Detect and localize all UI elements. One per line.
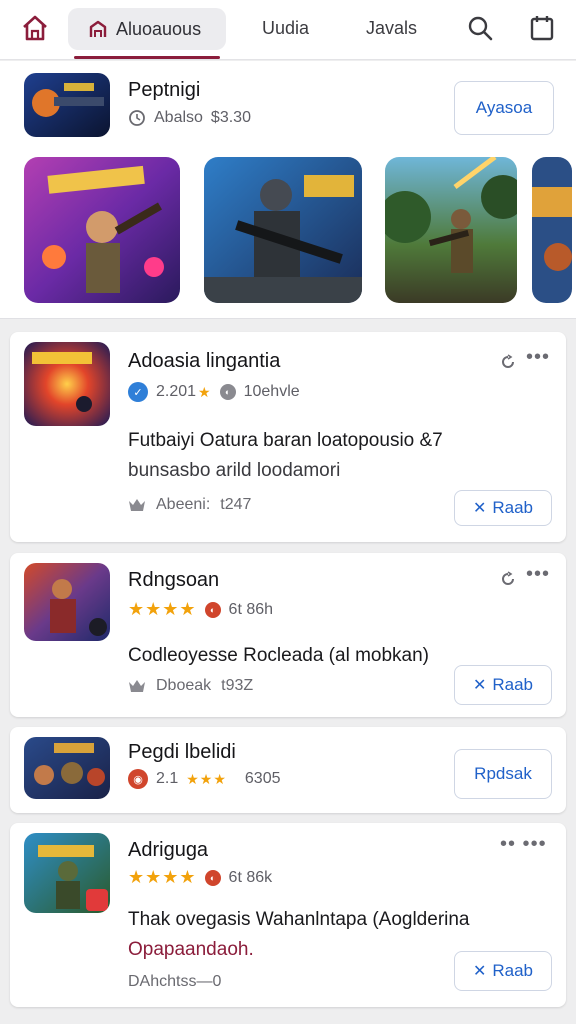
download-badge-icon: ◉ (128, 769, 148, 789)
rating-value: 2.201 (156, 383, 197, 400)
get-button-label: Raab (492, 498, 534, 517)
crown-icon (129, 680, 145, 692)
featured-app-title[interactable]: Peptnigi (128, 79, 200, 102)
pin-icon: ✕ (472, 500, 487, 517)
get-button-label: Raab (492, 675, 534, 694)
crown-icon (129, 499, 145, 511)
app-title[interactable]: Adriguga (128, 839, 208, 862)
screenshot-1[interactable] (24, 157, 180, 303)
installs-count: 6t 86k (228, 868, 273, 886)
screenshot-2[interactable] (204, 157, 362, 303)
featured-action-button[interactable]: Ayasoa (454, 81, 554, 135)
app-title[interactable]: Adoasia lingantia (128, 350, 280, 373)
app-icon[interactable] (24, 737, 110, 799)
top-navigation-bar: Aluoauous Uudia Javals (0, 0, 576, 60)
more-options-icon[interactable]: ••• (526, 346, 550, 369)
featured-app-meta-label: Abalso (154, 109, 203, 126)
rating-stars: ★★★★ (128, 599, 197, 619)
app-icon[interactable] (24, 833, 110, 913)
tab-aluoauous[interactable]: Aluoauous (68, 8, 226, 50)
meta-value: t93Z (221, 677, 254, 694)
screenshot-3[interactable] (385, 157, 517, 303)
verified-icon: ✓ (128, 382, 148, 402)
get-button[interactable]: ✕ Raab (454, 951, 552, 991)
featured-app-meta: Abalso $3.30 (128, 109, 251, 127)
app-card-2[interactable]: Rdngsoan ••• ★★★★ ◐ 6t 86h Codleoyesse R… (10, 553, 566, 717)
app-footer-meta: DAhchtss—0 (128, 973, 222, 990)
meta-value: t247 (220, 496, 252, 513)
refresh-icon[interactable] (500, 354, 516, 370)
refresh-icon[interactable] (500, 571, 516, 587)
app-card-3[interactable]: Pegdi lbelidi ◉ 2.1 ★★★ 6305 Rpdsak (10, 727, 566, 813)
installs-count: 6305 (244, 770, 281, 787)
pin-icon: ✕ (472, 677, 487, 694)
tab-javals[interactable]: Javals (366, 18, 417, 39)
app-description-line-1: Codleoyesse Rocleada (al mobkan) (128, 645, 429, 666)
app-rating-row: ★★★★ ◐ 6t 86k (128, 867, 272, 888)
installs-count: 10ehvle (243, 383, 300, 400)
app-footer-meta: Abeeni: t247 (128, 496, 251, 514)
app-description-line-2: bunsasbo arild loodamori (128, 460, 341, 481)
meta-label: Abeeni: (156, 496, 211, 513)
home-tab-icon (89, 20, 107, 37)
featured-app-icon[interactable] (24, 73, 110, 137)
app-description-line-1: Futbaiyi Oatura baran loatopousio &7 (128, 430, 443, 451)
download-badge-icon: ◐ (219, 384, 236, 400)
library-icon[interactable] (528, 14, 556, 42)
featured-app-price: $3.30 (210, 109, 251, 126)
app-card-1[interactable]: Adoasia lingantia ••• ✓ 2.201 ★ ◐ 10ehvl… (10, 332, 566, 542)
meta-label: Dboeak (156, 677, 212, 694)
app-card-4[interactable]: Adriguga •• ••• ★★★★ ◐ 6t 86k Thak ovega… (10, 823, 566, 1007)
download-badge-icon: ◐ (204, 601, 221, 618)
rating-value: 2.1 (156, 770, 179, 787)
tab-uudia[interactable]: Uudia (262, 18, 309, 39)
featured-section: Peptnigi Abalso $3.30 Ayasoa (0, 61, 576, 319)
installs-count: 6t 86h (228, 600, 274, 618)
app-rating-row: ◉ 2.1 ★★★ 6305 (128, 769, 281, 789)
more-options-icon[interactable]: •• ••• (500, 833, 547, 856)
get-button[interactable]: ✕ Raab (454, 665, 552, 705)
get-button[interactable]: Rpdsak (454, 749, 552, 799)
app-description-line-2: Opapaandaoh. (128, 939, 254, 960)
get-button-label: Raab (492, 961, 534, 980)
app-icon[interactable] (24, 342, 110, 426)
app-rating-row: ★★★★ ◐ 6t 86h (128, 599, 273, 620)
search-icon[interactable] (466, 14, 494, 42)
more-options-icon[interactable]: ••• (526, 563, 550, 586)
app-title[interactable]: Pegdi lbelidi (128, 741, 236, 764)
rating-stars: ★★★ (186, 770, 227, 787)
rating-stars: ★★★★ (128, 867, 197, 887)
app-icon[interactable] (24, 563, 110, 641)
app-footer-meta: Dboeak t93Z (128, 677, 253, 695)
download-badge-icon: ◐ (204, 869, 221, 886)
app-description-line-1: Thak ovegasis Wahanlntapa (Aoglderina (128, 909, 470, 930)
app-title[interactable]: Rdngsoan (128, 569, 219, 592)
tab-label: Aluoauous (116, 18, 202, 39)
home-icon[interactable] (20, 13, 50, 43)
clock-icon (129, 110, 145, 126)
active-tab-indicator (74, 56, 220, 59)
app-rating-row: ✓ 2.201 ★ ◐ 10ehvle (128, 382, 300, 402)
get-button[interactable]: ✕ Raab (454, 490, 552, 526)
screenshot-4[interactable] (532, 157, 572, 303)
rating-star-icon: ★ (198, 383, 212, 400)
pin-icon: ✕ (472, 963, 487, 980)
